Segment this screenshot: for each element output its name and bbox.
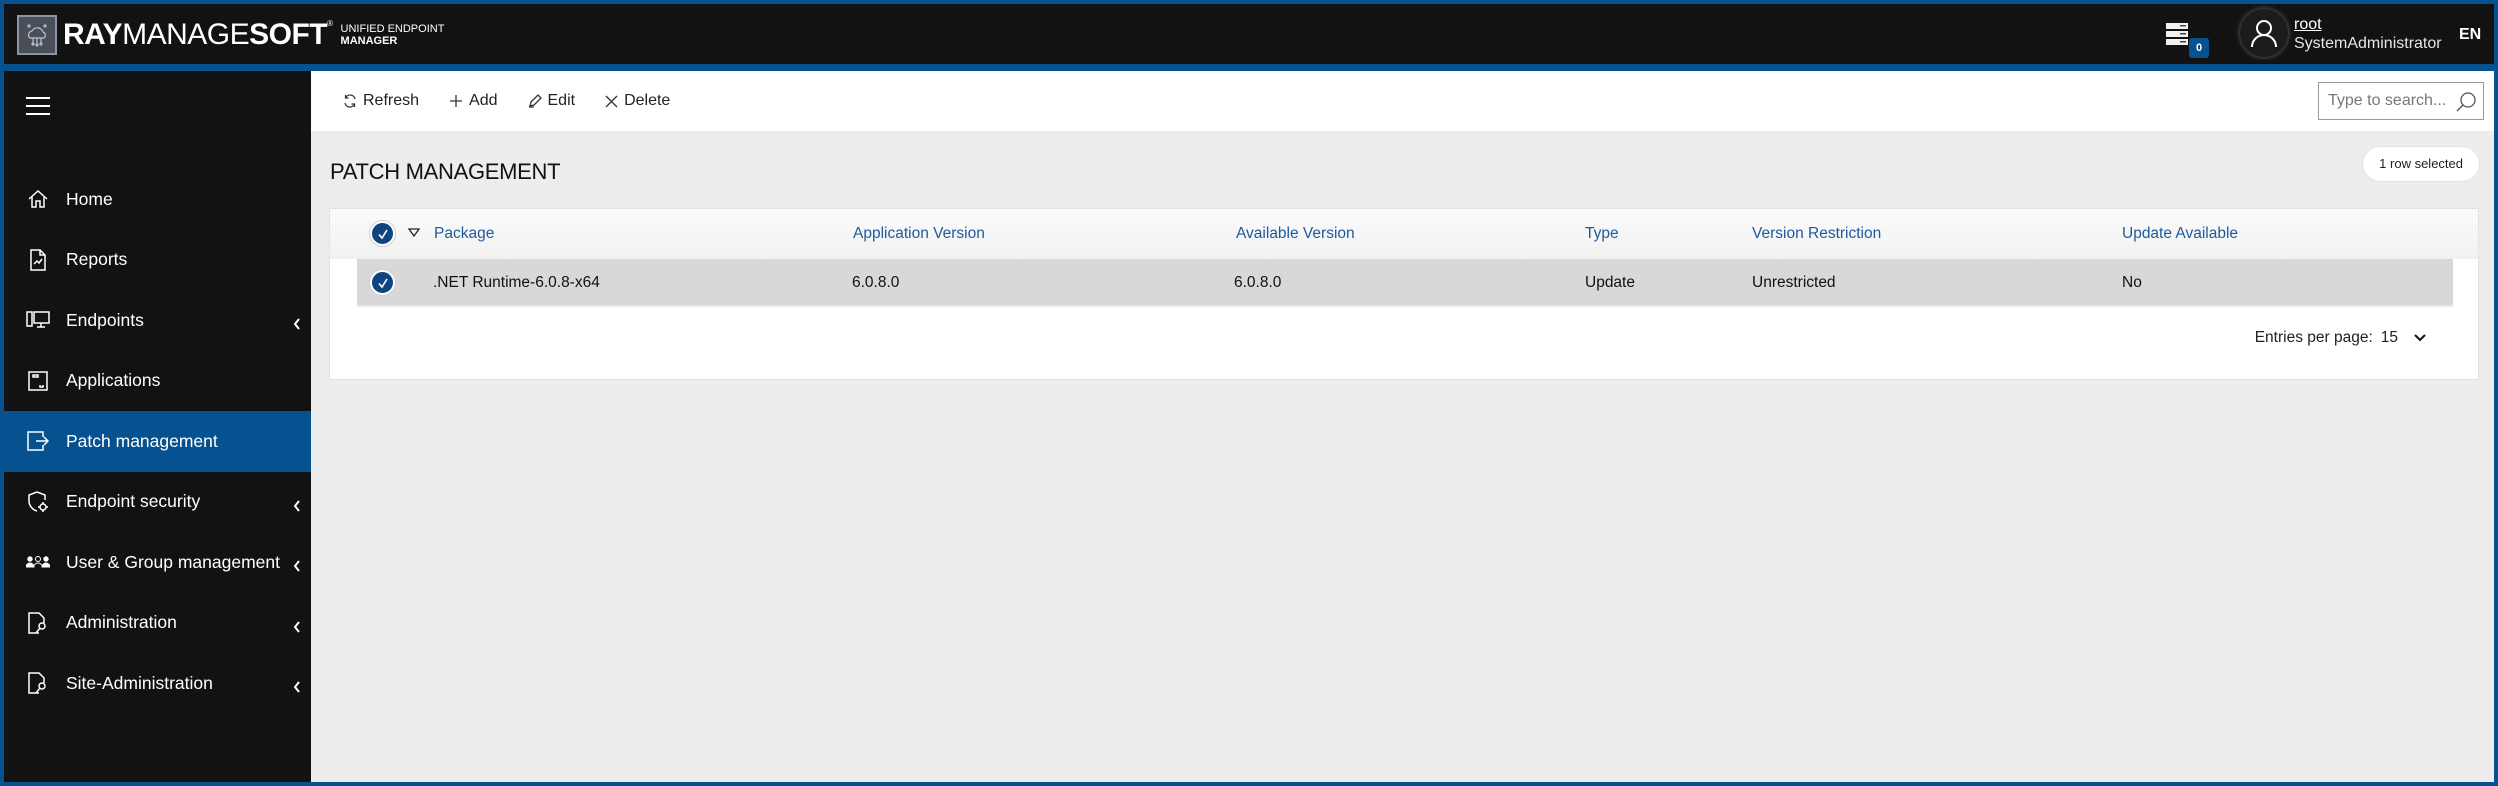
chevron-left-icon [293, 617, 303, 633]
column-header-package[interactable]: Package [434, 225, 494, 243]
notification-badge: 0 [2189, 38, 2209, 58]
menu-toggle-icon[interactable] [26, 97, 50, 115]
add-label: Add [469, 92, 498, 109]
site-admin-key-icon [26, 671, 50, 695]
column-header-available-version[interactable]: Available Version [1236, 225, 1355, 243]
edit-label: Edit [547, 92, 576, 109]
sidebar-item-patch-management[interactable]: Patch management [4, 411, 311, 472]
sidebar-item-label: Endpoints [66, 309, 144, 330]
shield-gear-icon [26, 490, 50, 514]
sidebar-item-label: Patch management [66, 430, 218, 451]
selection-status-badge: 1 row selected [2362, 146, 2480, 182]
delete-button[interactable]: Delete [605, 92, 670, 110]
close-icon [605, 95, 618, 107]
sidebar-item-label: Reports [66, 249, 128, 270]
cell-update-available: No [2122, 274, 2142, 291]
sidebar-item-label: Site-Administration [66, 672, 213, 693]
sidebar-item-label: User & Group management [66, 551, 280, 572]
brand-part-soft: SOFT [249, 18, 328, 51]
patch-table: Package Application Version Available Ve… [329, 208, 2479, 380]
column-header-type[interactable]: Type [1585, 225, 1619, 243]
refresh-button[interactable]: Refresh [343, 92, 419, 110]
top-bar: RAYMANAGESOFT® UNIFIED ENDPOINT MANAGER … [4, 4, 2494, 64]
table-header: Package Application Version Available Ve… [330, 209, 2478, 259]
brand-part-manage: MANAGE [122, 18, 250, 51]
top-bar-divider [4, 64, 2494, 71]
home-icon [26, 187, 50, 211]
checkmark-icon [377, 278, 388, 288]
pencil-icon [528, 94, 542, 108]
language-selector[interactable]: EN [2459, 26, 2481, 44]
sidebar-item-label: Administration [66, 612, 177, 633]
page-title: PATCH MANAGEMENT [330, 159, 561, 184]
sidebar-item-site-administration[interactable]: Site-Administration [4, 653, 311, 714]
users-icon [26, 550, 50, 574]
user-role: SystemAdministrator [2294, 35, 2442, 52]
applications-icon [26, 369, 50, 393]
sidebar-item-reports[interactable]: Reports [4, 230, 311, 291]
user-name-link[interactable]: root [2294, 15, 2442, 34]
brand-subtitle-line1: UNIFIED ENDPOINT [340, 23, 445, 35]
cell-available-version: 6.0.8.0 [1234, 274, 1282, 291]
delete-label: Delete [624, 92, 671, 109]
sidebar-nav: Home Reports Endpoints Applications Patc… [4, 169, 311, 714]
sidebar-item-label: Home [66, 188, 113, 209]
brand-subtitle: UNIFIED ENDPOINT MANAGER [341, 23, 445, 47]
chevron-left-icon [293, 556, 303, 572]
patch-icon [26, 429, 50, 453]
sidebar-item-label: Endpoint security [66, 491, 201, 512]
checkmark-icon [377, 229, 388, 239]
toolbar: Refresh Add Edit Delete [311, 71, 2494, 131]
user-avatar[interactable] [2240, 9, 2288, 57]
column-header-application-version[interactable]: Application Version [853, 225, 985, 243]
refresh-icon [344, 94, 356, 108]
sidebar-item-endpoint-security[interactable]: Endpoint security [4, 472, 311, 533]
sidebar-item-administration[interactable]: Administration [4, 593, 311, 654]
sidebar-item-endpoints[interactable]: Endpoints [4, 290, 311, 351]
row-select-checkbox[interactable] [370, 270, 395, 295]
sidebar-item-applications[interactable]: Applications [4, 351, 311, 412]
endpoints-icon [26, 308, 50, 332]
search-box [2318, 82, 2484, 120]
cloud-network-icon [17, 15, 57, 55]
sidebar-item-home[interactable]: Home [4, 169, 311, 230]
column-header-version-restriction[interactable]: Version Restriction [1752, 225, 1881, 243]
entries-per-page-value[interactable]: 15 [2381, 329, 2398, 347]
search-icon[interactable] [2455, 91, 2477, 113]
admin-key-icon [26, 611, 50, 635]
sidebar-item-user-group-management[interactable]: User & Group management [4, 532, 311, 593]
sidebar-item-label: Applications [66, 370, 161, 391]
cell-version-restriction: Unrestricted [1752, 274, 1836, 291]
select-all-checkbox[interactable] [370, 221, 395, 246]
cell-package: .NET Runtime-6.0.8-x64 [433, 274, 600, 291]
plus-icon [450, 95, 463, 107]
pagination: Entries per page: 15 [2255, 329, 2426, 347]
cell-application-version: 6.0.8.0 [852, 274, 900, 291]
add-button[interactable]: Add [449, 92, 498, 110]
edit-button[interactable]: Edit [528, 92, 576, 110]
brand-subtitle-line2: MANAGER [340, 35, 398, 47]
entries-per-page-label: Entries per page: [2254, 329, 2373, 346]
column-header-update-available[interactable]: Update Available [2122, 225, 2238, 243]
refresh-label: Refresh [363, 92, 420, 109]
sidebar: Home Reports Endpoints Applications Patc… [4, 71, 311, 782]
sort-triangle-icon[interactable] [408, 228, 420, 237]
chevron-left-icon [293, 677, 303, 693]
search-input[interactable] [2319, 92, 2449, 110]
registered-mark: ® [327, 19, 333, 28]
brand-part-ray: RAY [63, 18, 123, 51]
app-window: RAYMANAGESOFT® UNIFIED ENDPOINT MANAGER … [4, 4, 2494, 782]
report-icon [26, 248, 50, 272]
chevron-left-icon [293, 496, 303, 512]
brand-name: RAYMANAGESOFT® [63, 20, 333, 50]
user-info: root SystemAdministrator [2294, 15, 2442, 53]
table-row[interactable]: .NET Runtime-6.0.8-x64 6.0.8.0 6.0.8.0 U… [357, 259, 2453, 307]
brand-logo: RAYMANAGESOFT® UNIFIED ENDPOINT MANAGER [17, 13, 444, 57]
chevron-down-icon[interactable] [2414, 334, 2426, 342]
cell-type: Update [1585, 274, 1635, 291]
chevron-left-icon [293, 314, 303, 330]
